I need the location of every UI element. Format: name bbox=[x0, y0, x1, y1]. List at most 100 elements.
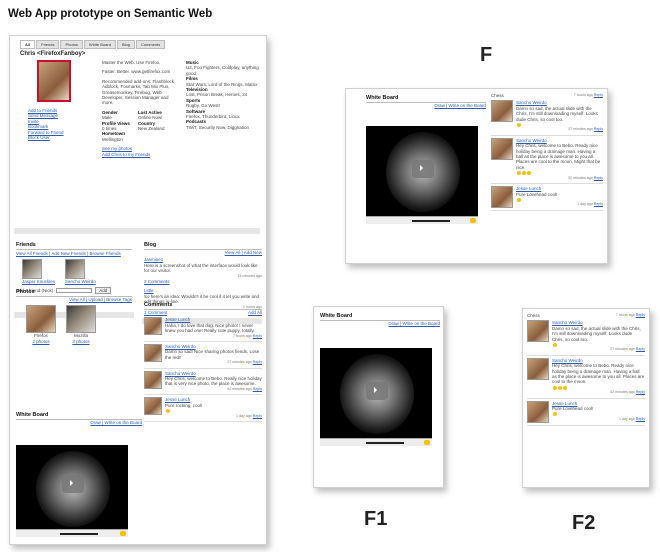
comment-avatar[interactable] bbox=[144, 317, 162, 336]
comment-text: Hey Chris, welcome to Bebo. Really nice … bbox=[165, 376, 262, 387]
profile-recommended: Recommended add-ons: Flashblock, Adblock… bbox=[102, 78, 176, 106]
comment-item: Sancho Weirdo Hey Chris, welcome to Bebo… bbox=[527, 356, 645, 399]
f1-whiteboard-actions[interactable]: Draw | Write on the Board bbox=[320, 321, 440, 326]
photos-heading: Photos bbox=[16, 289, 132, 297]
comment-avatar[interactable] bbox=[144, 397, 162, 416]
comment-text: Pure rocking, cool! bbox=[165, 402, 203, 408]
views-label: Profile Views bbox=[102, 120, 130, 126]
comment-text: Hey Chris, welcome to Bebo. Ready nice h… bbox=[552, 363, 645, 385]
photos-actions[interactable]: View All | Upload | Browse Tags bbox=[16, 297, 132, 302]
tv-label: Television bbox=[186, 87, 208, 93]
play-icon[interactable] bbox=[62, 475, 84, 494]
comment-reply[interactable]: Reply bbox=[253, 387, 262, 391]
fullscreen-button[interactable] bbox=[470, 218, 476, 224]
tab-photos[interactable]: Photos bbox=[60, 40, 83, 49]
tab-comments[interactable]: Comments bbox=[135, 40, 166, 49]
friend-name[interactable]: Jasper Knuckles bbox=[22, 279, 55, 284]
tab-all[interactable]: All bbox=[20, 40, 36, 49]
action-block-user[interactable]: Block User bbox=[28, 135, 76, 140]
friend-name[interactable]: Sancho Weirdo bbox=[65, 279, 96, 284]
f2-comments: Chess 7 hours ago Reply Sancho Weirdo Da… bbox=[527, 313, 645, 426]
f-top-reply[interactable]: Reply bbox=[594, 93, 603, 97]
photo-album-thumb[interactable] bbox=[26, 305, 56, 334]
photo-album-thumb[interactable] bbox=[66, 305, 96, 334]
comment-reply[interactable]: Reply bbox=[636, 390, 645, 394]
label-f: F bbox=[480, 44, 493, 66]
comments-section: Comments Add All Jesse Lunch Haha, I do … bbox=[144, 302, 262, 422]
gender-label: Gender bbox=[102, 109, 118, 115]
video-player[interactable] bbox=[16, 445, 128, 538]
whiteboard-actions[interactable]: Draw | Write on the Board bbox=[16, 420, 142, 425]
seek-bar[interactable] bbox=[366, 442, 404, 445]
hometown-label: Hometown bbox=[102, 131, 125, 137]
profile-page-panel: All Friends Photos White Board Blog Comm… bbox=[9, 35, 267, 545]
tab-friends[interactable]: Friends bbox=[36, 40, 60, 49]
f2-top-reply[interactable]: Reply bbox=[636, 313, 645, 317]
profile-fav: Faster. Better. www.getfirefox.com bbox=[102, 69, 171, 75]
play-icon[interactable] bbox=[412, 160, 434, 179]
seek-bar[interactable] bbox=[412, 220, 450, 223]
comment-avatar[interactable] bbox=[491, 100, 513, 123]
comment-reply[interactable]: Reply bbox=[594, 202, 603, 206]
blog-actions[interactable]: View All | Add New bbox=[144, 250, 262, 255]
panel-f: White Board Draw | Write on the Board Ch… bbox=[345, 88, 608, 264]
friend-avatar[interactable] bbox=[65, 259, 86, 280]
seek-bar[interactable] bbox=[60, 533, 98, 536]
play-icon[interactable] bbox=[366, 382, 388, 401]
comment-avatar[interactable] bbox=[491, 137, 513, 160]
comment-reply[interactable]: Reply bbox=[253, 360, 262, 364]
video-controls bbox=[16, 529, 128, 538]
label-f1: F1 bbox=[364, 508, 388, 530]
profile-name: Chris <FirefoxFanboy> bbox=[20, 51, 86, 57]
comment-text: Hey Chris, welcome to Bebo. Ready nice h… bbox=[516, 143, 601, 170]
link-add-friend[interactable]: Add Chris to my Friends bbox=[102, 152, 176, 157]
software-label: Software bbox=[186, 108, 206, 114]
smiley-icon bbox=[563, 385, 567, 390]
smiley-icon bbox=[527, 171, 531, 176]
comment-avatar[interactable] bbox=[144, 344, 162, 363]
f1-video-player[interactable] bbox=[320, 348, 432, 447]
comment-reply[interactable]: Reply bbox=[636, 417, 645, 421]
comment-avatar[interactable] bbox=[527, 357, 549, 380]
tab-white-board[interactable]: White Board bbox=[83, 40, 116, 49]
comment-avatar[interactable] bbox=[527, 400, 549, 423]
profile-photo bbox=[37, 60, 71, 102]
f1-whiteboard: White Board Draw | Write on the Board bbox=[320, 313, 440, 447]
page-title: Web App prototype on Semantic Web bbox=[8, 8, 213, 20]
comment-avatar[interactable] bbox=[491, 186, 513, 209]
smiley-icon bbox=[553, 385, 557, 390]
friend-avatar[interactable] bbox=[22, 259, 42, 280]
podcasts-value: TWiT, Security Now, Diggnation bbox=[186, 124, 250, 130]
comment-item: Jesse Lunch Pure rocking, cool! 1 day ag… bbox=[144, 395, 262, 422]
blog-post-comments[interactable]: 2 Comments bbox=[144, 279, 262, 284]
blog-heading: Blog bbox=[144, 242, 262, 250]
comment-reply[interactable]: Reply bbox=[594, 176, 603, 180]
comment-reply[interactable]: Reply bbox=[253, 414, 262, 418]
music-label: Music bbox=[186, 60, 199, 65]
f-whiteboard-actions[interactable]: Draw | Write on the Board bbox=[366, 103, 486, 108]
tab-blog[interactable]: Blog bbox=[116, 40, 135, 49]
section-divider bbox=[14, 228, 260, 234]
sports-label: Sports bbox=[186, 97, 201, 103]
comment-avatar[interactable] bbox=[527, 320, 549, 343]
comment-reply[interactable]: Reply bbox=[594, 127, 603, 131]
last-active-label: Last Active bbox=[137, 109, 162, 115]
photo-album-link[interactable]: 2 photos bbox=[26, 339, 56, 344]
comment-reply[interactable]: Reply bbox=[636, 347, 645, 351]
hometown-value: Wellington bbox=[102, 136, 123, 142]
comment-time: 27 minutes ago bbox=[610, 347, 635, 352]
fullscreen-button[interactable] bbox=[424, 440, 430, 446]
comment-time: 52 minutes ago bbox=[227, 386, 252, 391]
f-video-player[interactable] bbox=[366, 126, 478, 225]
panel-f2: Chess 7 hours ago Reply Sancho Weirdo Da… bbox=[522, 308, 650, 488]
comment-avatar[interactable] bbox=[144, 370, 162, 389]
comment-text: Haha, I do love that dog. Nice photo! I … bbox=[165, 322, 255, 334]
profile-actions: Add to Friends Send Message Invite Bookm… bbox=[28, 108, 76, 140]
video-controls bbox=[320, 438, 432, 447]
comment-item: Sancho Weirdo Damn so sad, the actual sl… bbox=[527, 318, 645, 356]
fullscreen-button[interactable] bbox=[120, 531, 126, 537]
photo-album-link[interactable]: 3 photos bbox=[66, 339, 96, 344]
comment-reply[interactable]: Reply bbox=[253, 334, 262, 338]
friends-actions[interactable]: View All Friends | Add New Friends | Bro… bbox=[16, 251, 132, 256]
label-f2: F2 bbox=[572, 512, 596, 534]
